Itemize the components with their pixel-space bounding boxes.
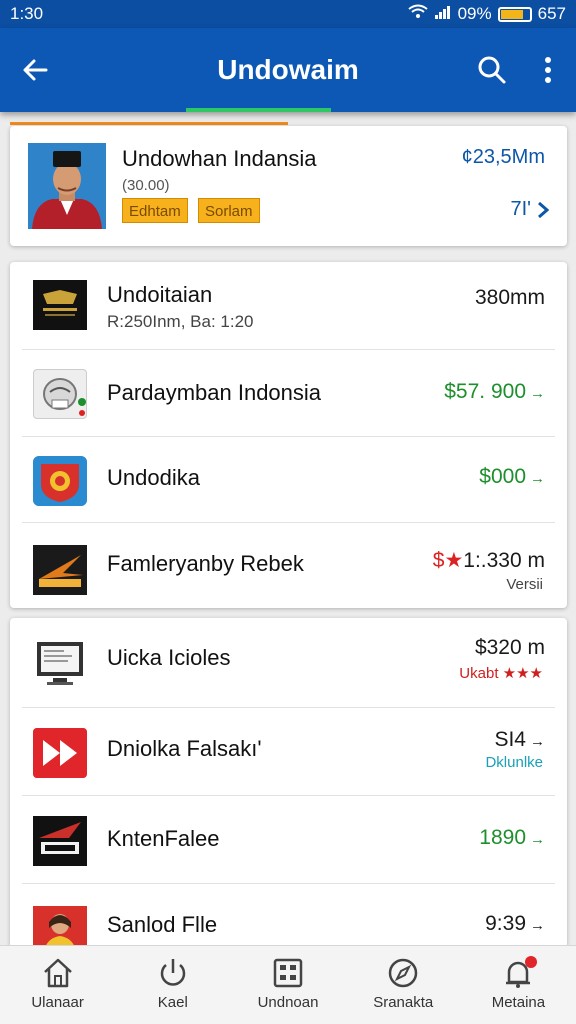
tab-indicator (186, 108, 331, 112)
list-item-name: Undoitaian (107, 282, 213, 307)
list-item-name: Famleryanby Rebek (107, 551, 304, 576)
featured-card[interactable]: Undowhan Indansia (30.00) Edhtam Sorlam … (10, 126, 567, 246)
list-item-name: Sanlod Flle (107, 912, 218, 937)
list-item-value: 380mm (475, 286, 545, 310)
nav-item-notifications[interactable]: Metaina (461, 946, 576, 1024)
film-logo-icon (33, 280, 87, 330)
list-item-note: Dklunlke (485, 754, 543, 771)
signal-icon (434, 4, 452, 25)
featured-count: 7I' (510, 198, 532, 220)
arrow-right-icon: → (530, 831, 545, 848)
list-item-value: SI4 → (494, 728, 545, 752)
value-text: $320 m (474, 636, 545, 659)
nav-label: Sranakta (373, 994, 434, 1011)
list-item[interactable]: Undoitaian R:250Inm, Ba: 1:20 380mm (10, 262, 567, 350)
list-card-secondary: Uicka Icioles $320 m Ukabt ★★★ Dniolka F… (10, 618, 567, 948)
grid-icon (273, 958, 303, 988)
list-item[interactable]: Dniolka Falsakı' SI4 → Dklunlke (10, 708, 567, 796)
search-button[interactable] (464, 28, 520, 112)
nav-item-power[interactable]: Kael (115, 946, 230, 1024)
arrow-right-icon: → (530, 733, 545, 750)
value-text: 9:39 (485, 912, 526, 935)
featured-title: Undowhan Indansia (122, 146, 317, 171)
list-item-meta: R:250Inm, Ba: 1:20 (107, 312, 254, 331)
list-item[interactable]: Uicka Icioles $320 m Ukabt ★★★ (10, 618, 567, 708)
list-item-value: $320 m (475, 636, 545, 660)
value-text: $57. 900 (444, 380, 526, 403)
value-prefix: $ (432, 549, 445, 572)
list-item-value: 9:39 → (485, 912, 545, 936)
fast-forward-icon (33, 728, 87, 778)
progress-accent-line (10, 122, 288, 125)
value-text: 1890 (479, 826, 526, 849)
app-bar: Undowaim (0, 28, 576, 112)
list-item-name: Pardaymban Indonsia (107, 380, 322, 405)
value-text: $000 (479, 465, 526, 488)
mask-logo-icon (33, 369, 87, 419)
value-text: 1:.330 m (463, 549, 545, 572)
more-options-button[interactable] (520, 28, 576, 112)
person-poster-icon (33, 906, 87, 948)
more-vert-icon (545, 57, 551, 83)
list-item-value: $★1:.330 m (433, 548, 545, 573)
home-icon (43, 958, 72, 988)
nav-label: Undnoan (257, 994, 319, 1011)
power-icon (160, 959, 185, 986)
nav-item-home[interactable]: Ulanaar (0, 946, 115, 1024)
list-item-name: Uicka Icioles (107, 645, 231, 670)
nav-label: Kael (157, 994, 188, 1011)
notification-badge (524, 956, 537, 968)
list-item-value: $57. 900 → (444, 380, 545, 404)
arrow-left-icon (23, 59, 48, 81)
nav-item-grid[interactable]: Undnoan (230, 946, 345, 1024)
bottom-navigation: Ulanaar Kael Undnoan Sranakta Metaina (0, 945, 576, 1024)
rating-note: Ukabt ★★★ (459, 665, 543, 682)
profile-photo (28, 143, 106, 229)
movie-logo-icon (33, 816, 87, 866)
list-item[interactable]: Undodika $000 → (10, 437, 567, 523)
battery-icon (497, 6, 532, 22)
nav-label: Metaina (491, 994, 546, 1011)
arrow-right-icon: → (530, 917, 545, 934)
list-item-value: 1890 → (479, 826, 545, 850)
arrow-right-icon: → (530, 385, 545, 402)
list-item-value: $000 → (479, 465, 545, 489)
value-text: 380mm (474, 286, 545, 309)
list-card-primary: Undoitaian R:250Inm, Ba: 1:20 380mm Pard… (10, 262, 567, 608)
status-icons: 09% 657 (407, 4, 566, 25)
value-text: SI4 (494, 728, 526, 751)
search-icon (478, 56, 506, 84)
list-item-note: Versii (506, 576, 543, 593)
signal-text: 09% (457, 4, 492, 23)
list-item-name: KntenFalee (107, 826, 220, 851)
list-item-name: Undodika (107, 465, 200, 490)
nav-label: Ulanaar (31, 994, 84, 1011)
chevron-right-icon (538, 201, 549, 218)
list-item-name: Dniolka Falsakı' (107, 736, 262, 761)
featured-amount: ¢23,5Mm (461, 146, 545, 168)
status-bar: 1:30 09% 657 (0, 0, 576, 28)
nav-item-compass[interactable]: Sranakta (346, 946, 461, 1024)
desktop-monitor-icon (33, 638, 87, 688)
compass-icon (388, 958, 418, 988)
featured-badge-1: Edhtam (122, 198, 188, 223)
star-icon: ★ (444, 549, 464, 572)
movie-poster-icon (33, 545, 87, 595)
list-item[interactable]: Famleryanby Rebek $★1:.330 m Versii (10, 523, 567, 608)
arrow-right-icon: → (530, 470, 545, 487)
emblem-logo-icon (33, 456, 87, 506)
wifi-icon (407, 4, 428, 25)
featured-subtitle: (30.00) (122, 177, 170, 194)
list-item[interactable]: Sanlod Flle 9:39 → (10, 884, 567, 948)
list-item[interactable]: Pardaymban Indonsia $57. 900 → (10, 350, 567, 437)
featured-count-link[interactable]: 7I' (510, 198, 549, 221)
featured-badge-2: Sorlam (198, 198, 260, 223)
back-button[interactable] (0, 28, 70, 112)
status-time: 1:30 (10, 4, 44, 23)
battery-text: 657 (537, 4, 566, 23)
list-item[interactable]: KntenFalee 1890 → (10, 796, 567, 884)
